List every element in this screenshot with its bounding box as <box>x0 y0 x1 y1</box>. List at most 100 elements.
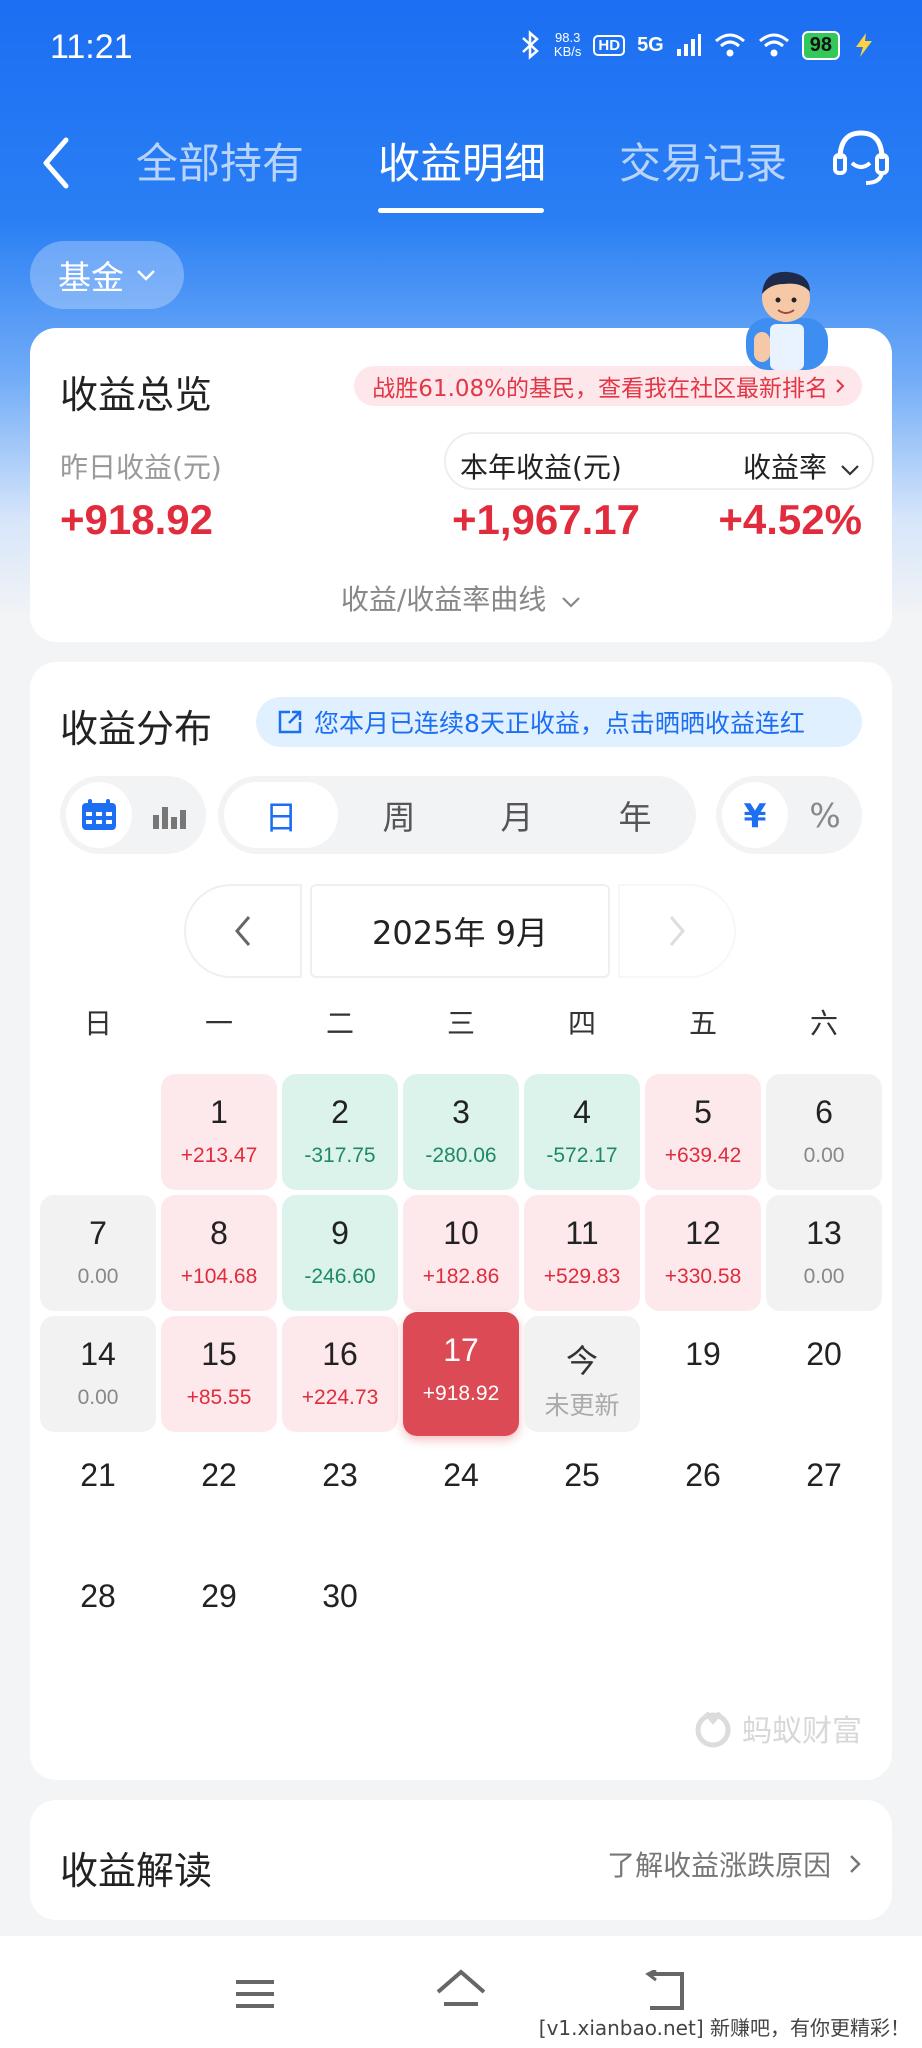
rate-selector[interactable]: 收益率 <box>743 446 860 486</box>
calendar-day[interactable]: 23 <box>282 1437 398 1553</box>
year-value: +1,967.17 <box>452 496 641 543</box>
calendar-day[interactable]: 16 +224.73 <box>282 1316 398 1432</box>
day-value: +213.47 <box>180 1144 258 1167</box>
calendar-day[interactable]: 11 +529.83 <box>524 1195 640 1311</box>
overview-card: 收益总览 战胜61.08%的基民，查看我在社区最新排名 昨日收益(元) +918… <box>30 328 892 642</box>
day-number: 1 <box>210 1094 228 1130</box>
ant-fortune-logo: 蚂蚁财富 <box>692 1706 862 1750</box>
calendar-day[interactable]: 2 -317.75 <box>282 1074 398 1190</box>
top-nav: 全部持有 收益明细 交易记录 <box>0 110 922 220</box>
explain-link-text: 了解收益涨跌原因 <box>607 1849 832 1882</box>
chevron-right-icon <box>836 379 845 393</box>
curve-toggle[interactable]: 收益/收益率曲线 <box>30 578 892 618</box>
day-number: 25 <box>564 1457 600 1493</box>
day-number: 15 <box>201 1336 237 1372</box>
calendar-day[interactable]: 19 <box>645 1316 761 1432</box>
streak-banner[interactable]: 您本月已连续8天正收益，点击晒晒收益连红 <box>256 697 862 747</box>
day-value: +330.58 <box>664 1265 742 1288</box>
calendar-icon <box>82 799 116 830</box>
prev-month-button[interactable] <box>184 884 302 978</box>
rank-text: 战胜61.08%的基民，查看我在社区最新排名 <box>372 376 828 402</box>
back-arrow-icon[interactable] <box>30 128 90 198</box>
calendar-day[interactable]: 28 <box>40 1558 156 1674</box>
calendar-day[interactable]: 6 0.00 <box>766 1074 882 1190</box>
calendar-day[interactable]: 14 0.00 <box>40 1316 156 1432</box>
rank-banner[interactable]: 战胜61.08%的基民，查看我在社区最新排名 <box>354 366 862 406</box>
signal-icon <box>676 34 701 56</box>
day-value: +529.83 <box>543 1265 621 1288</box>
unit-percent[interactable]: % <box>792 782 858 848</box>
calendar-day[interactable]: 27 <box>766 1437 882 1553</box>
day-number: 6 <box>815 1094 833 1130</box>
day-value: +104.68 <box>180 1265 258 1288</box>
day-number: 2 <box>331 1094 349 1130</box>
period-day[interactable]: 日 <box>224 782 338 848</box>
day-value: 未更新 <box>544 1392 620 1420</box>
unit-toggle: ¥ % <box>716 776 862 854</box>
day-number: 19 <box>685 1336 721 1372</box>
day-number: 16 <box>322 1336 358 1372</box>
day-number: 29 <box>201 1578 237 1614</box>
active-tab-indicator <box>378 208 544 213</box>
calendar-day[interactable]: 20 <box>766 1316 882 1432</box>
weekday-sat: 六 <box>809 1007 838 1040</box>
calendar-today[interactable]: 今未更新 <box>524 1316 640 1432</box>
day-number: 30 <box>322 1578 358 1614</box>
day-number: 20 <box>806 1336 842 1372</box>
calendar-day[interactable]: 13 0.00 <box>766 1195 882 1311</box>
day-number: 22 <box>201 1457 237 1493</box>
calendar-day[interactable]: 29 <box>161 1558 277 1674</box>
day-number: 8 <box>210 1215 228 1251</box>
period-month[interactable]: 月 <box>460 782 574 848</box>
battery-indicator: 98 <box>801 30 840 60</box>
home-icon[interactable] <box>434 1968 488 2014</box>
day-number: 28 <box>80 1578 116 1614</box>
bar-view-button[interactable] <box>136 782 202 848</box>
calendar-day[interactable]: 22 <box>161 1437 277 1553</box>
calendar-day[interactable]: 4 -572.17 <box>524 1074 640 1190</box>
customer-service-icon[interactable] <box>830 125 892 189</box>
calendar-day[interactable]: 8 +104.68 <box>161 1195 277 1311</box>
return-icon[interactable] <box>644 1970 688 2012</box>
calendar-day[interactable]: 24 <box>403 1437 519 1553</box>
calendar-day[interactable]: 3 -280.06 <box>403 1074 519 1190</box>
day-number: 今 <box>565 1343 598 1379</box>
day-value: -317.75 <box>304 1144 376 1167</box>
share-icon <box>278 710 302 734</box>
calendar-day[interactable]: 9 -246.60 <box>282 1195 398 1311</box>
weekday-mon: 一 <box>204 1007 233 1040</box>
day-value: 0.00 <box>803 1144 845 1167</box>
calendar-day[interactable]: 5 +639.42 <box>645 1074 761 1190</box>
calendar-view-button[interactable] <box>66 782 132 848</box>
day-value: +224.73 <box>301 1386 379 1409</box>
period-week[interactable]: 周 <box>342 782 456 848</box>
calendar-day[interactable]: 12 +330.58 <box>645 1195 761 1311</box>
calendar-day[interactable]: 25 <box>524 1437 640 1553</box>
day-number: 26 <box>685 1457 721 1493</box>
period-year[interactable]: 年 <box>578 782 692 848</box>
tab-all-holdings[interactable]: 全部持有 <box>136 130 304 191</box>
day-number: 24 <box>443 1457 479 1493</box>
calendar-day[interactable]: 1 +213.47 <box>161 1074 277 1190</box>
day-number: 13 <box>806 1215 842 1251</box>
distribution-title: 收益分布 <box>60 707 213 751</box>
weekday-fri: 五 <box>688 1007 717 1040</box>
tab-transactions[interactable]: 交易记录 <box>619 130 787 191</box>
net-speed: 98.3 KB/s <box>554 31 581 59</box>
tab-earnings-detail[interactable]: 收益明细 <box>378 130 546 191</box>
calendar-day[interactable]: 30 <box>282 1558 398 1674</box>
menu-icon[interactable] <box>234 1976 276 2012</box>
calendar-day[interactable]: 21 <box>40 1437 156 1553</box>
calendar-day[interactable]: 7 0.00 <box>40 1195 156 1311</box>
day-number: 12 <box>685 1215 721 1251</box>
calendar-day[interactable]: 17 +918.92 <box>403 1312 519 1436</box>
calendar-day[interactable]: 15 +85.55 <box>161 1316 277 1432</box>
unit-yuan[interactable]: ¥ <box>722 782 788 848</box>
day-number: 4 <box>573 1094 591 1130</box>
next-month-button[interactable] <box>618 884 736 978</box>
day-value: 0.00 <box>77 1265 119 1288</box>
calendar-day[interactable]: 10 +182.86 <box>403 1195 519 1311</box>
fund-filter-dropdown[interactable]: 基金 <box>30 241 184 309</box>
explain-link[interactable]: 了解收益涨跌原因 <box>607 1844 862 1884</box>
calendar-day[interactable]: 26 <box>645 1437 761 1553</box>
